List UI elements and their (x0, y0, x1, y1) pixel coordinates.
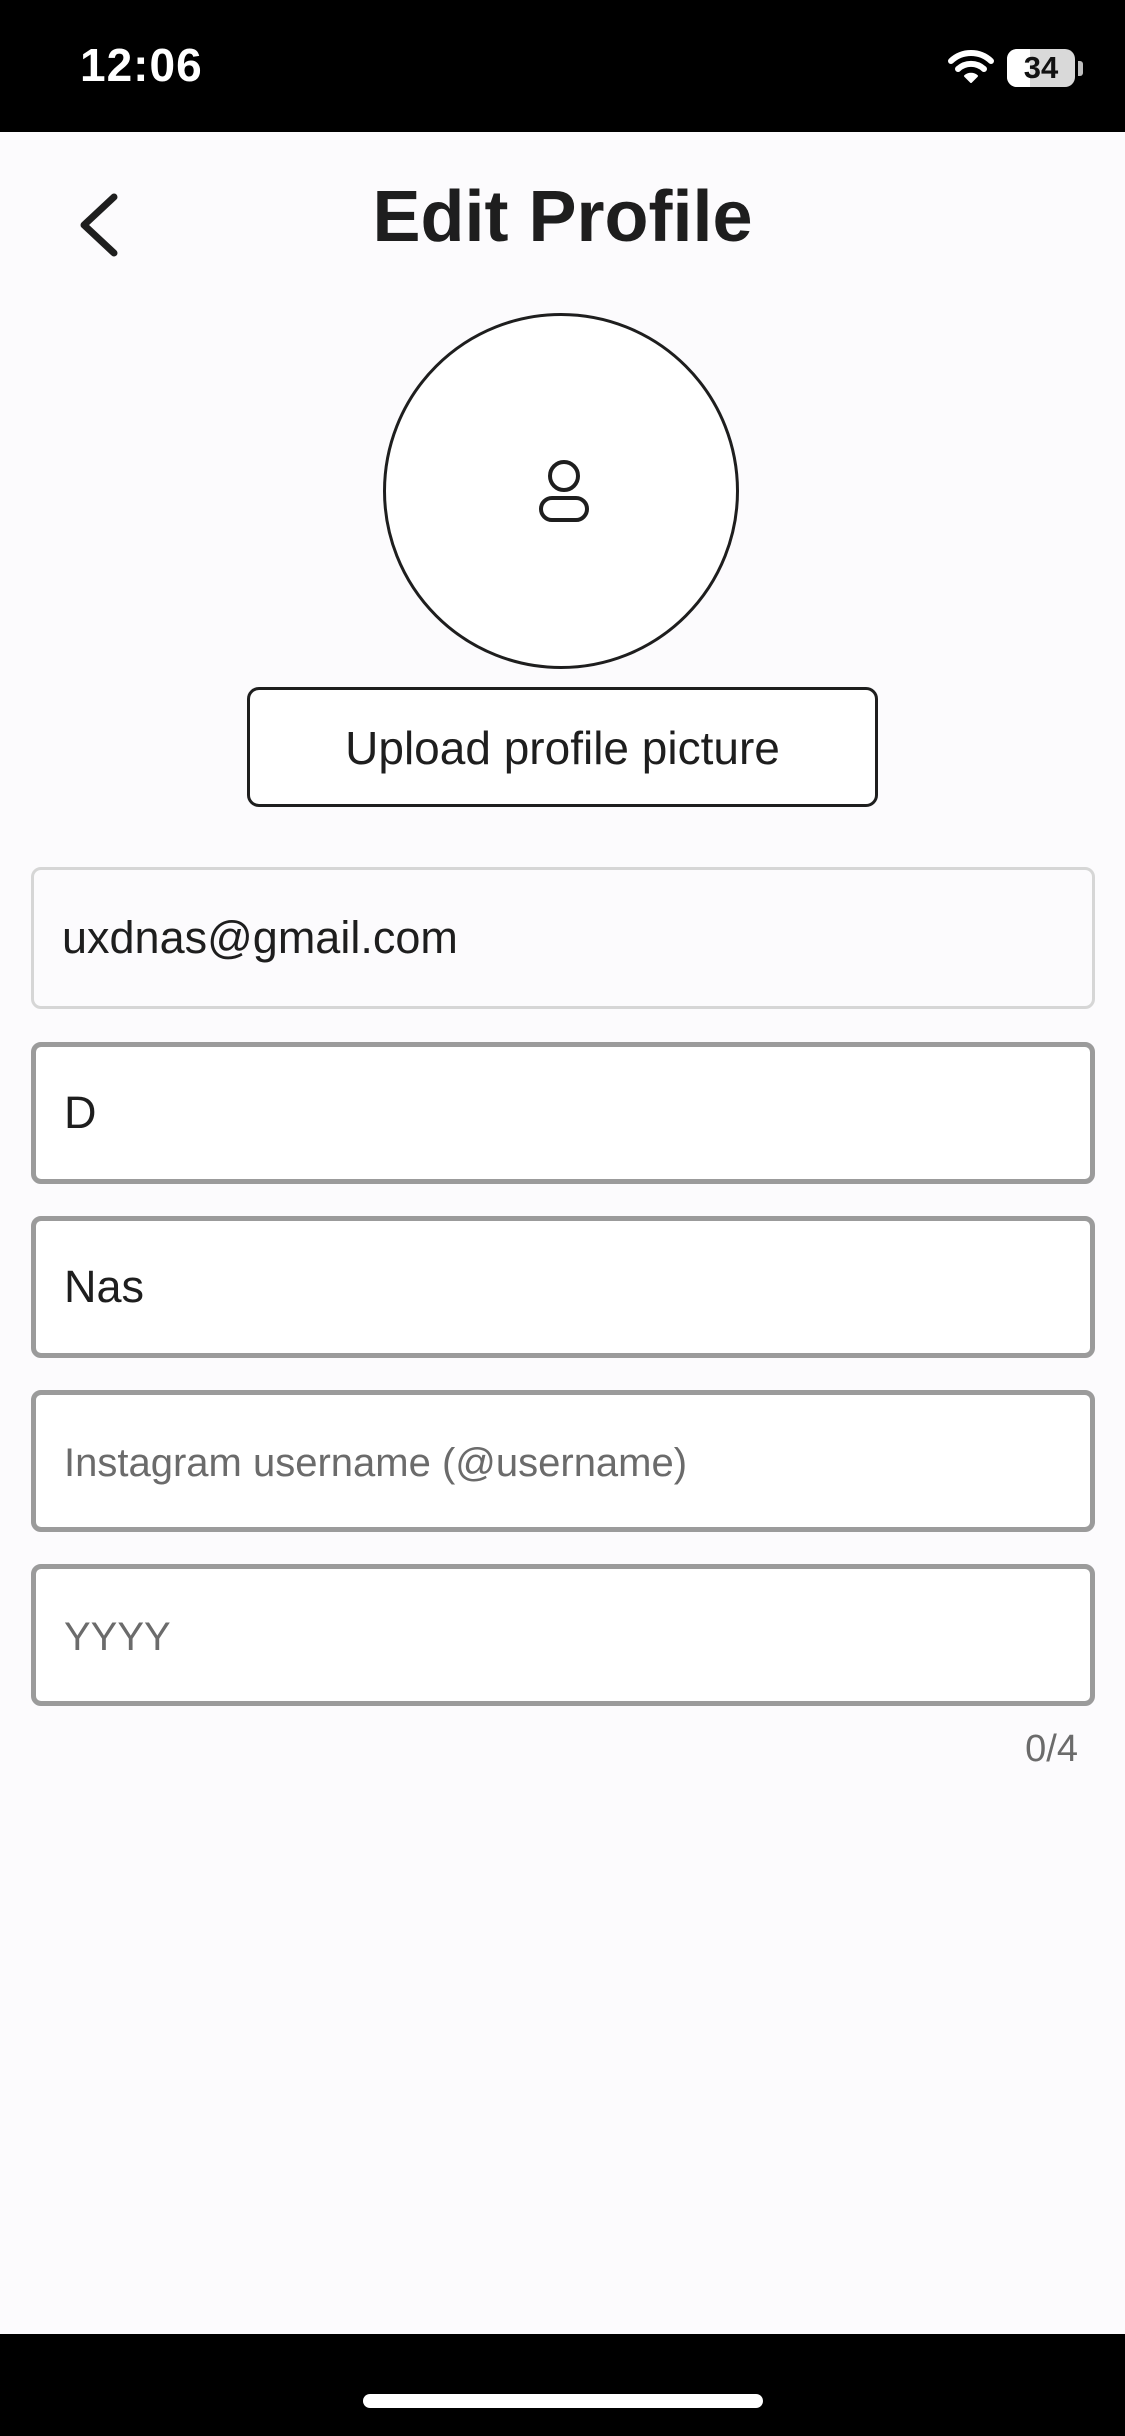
instagram-field-container (31, 1390, 1095, 1532)
upload-profile-picture-button[interactable]: Upload profile picture (247, 687, 878, 807)
instagram-username-field[interactable] (36, 1395, 1090, 1527)
avatar[interactable] (383, 313, 739, 669)
battery-icon: 34 (1007, 49, 1075, 87)
last-name-field-container (31, 1216, 1095, 1358)
first-name-field[interactable] (36, 1047, 1090, 1179)
home-indicator[interactable] (363, 2394, 763, 2408)
battery-cap (1078, 61, 1083, 76)
status-bar: 12:06 34 (0, 0, 1125, 132)
battery-percent: 34 (1023, 50, 1059, 85)
birth-year-field[interactable] (36, 1569, 1090, 1701)
email-field[interactable] (34, 870, 1092, 1006)
bottom-bar (0, 2334, 1125, 2436)
email-field-container (31, 867, 1095, 1009)
status-time: 12:06 (80, 39, 203, 91)
last-name-field[interactable] (36, 1221, 1090, 1353)
user-icon (536, 456, 592, 533)
wifi-icon (948, 48, 994, 89)
first-name-field-container (31, 1042, 1095, 1184)
birth-year-field-container (31, 1564, 1095, 1706)
page-title: Edit Profile (372, 177, 753, 257)
character-counter: 0/4 (1025, 1728, 1078, 1770)
